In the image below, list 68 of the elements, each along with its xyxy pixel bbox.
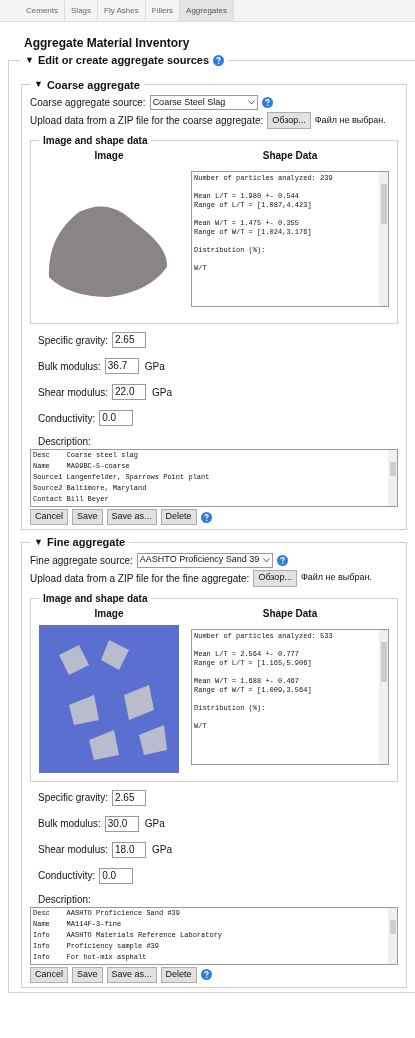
scrollbar[interactable] (388, 907, 397, 964)
panel-legend: Coarse aggregate (46, 76, 140, 93)
section-legend: Edit or create aggregate sources (37, 52, 210, 69)
description-label: Description: (37, 435, 92, 449)
help-icon[interactable] (200, 969, 212, 980)
help-icon[interactable] (213, 54, 225, 66)
property-field[interactable]: 30.0 (104, 815, 139, 832)
source-label: Coarse aggregate source: (30, 96, 146, 110)
unit-label: GPa (144, 817, 165, 831)
image-heading: Image (94, 606, 124, 621)
property-field[interactable]: 18.0 (112, 841, 147, 858)
description-label: Description: (37, 892, 92, 907)
action-button[interactable]: Save as... (106, 966, 157, 983)
property-label: Bulk modulus: (38, 359, 101, 374)
file-status: Файл не выбран. (300, 571, 372, 585)
collapse-toggle[interactable]: ▼ (34, 78, 43, 92)
shape-legend: Image and shape data (39, 590, 152, 606)
help-icon[interactable] (261, 97, 273, 108)
action-button[interactable]: Delete (160, 966, 197, 983)
unit-label: GPa (152, 843, 173, 857)
property-label: Specific gravity: (38, 333, 109, 348)
shape-heading: Shape Data (262, 149, 318, 163)
property-label: Conductivity: (38, 411, 96, 426)
scrollbar[interactable] (379, 172, 388, 306)
collapse-toggle[interactable]: ▼ (34, 535, 43, 549)
property-field[interactable]: 22.0 (112, 384, 147, 400)
action-button[interactable]: Save as... (106, 509, 157, 525)
shape-legend: Image and shape data (39, 133, 152, 148)
chevron-icon (263, 557, 271, 563)
property-label: Shear modulus: (38, 385, 109, 400)
tab[interactable]: Cements (20, 0, 65, 21)
tab[interactable]: Slags (65, 0, 99, 21)
file-status: Файл не выбран. (314, 113, 386, 127)
image-heading: Image (94, 149, 124, 163)
browse-button[interactable]: Обзор... (267, 112, 311, 129)
scrollbar[interactable] (388, 450, 397, 506)
property-label: Specific gravity: (38, 791, 109, 805)
upload-label: Upload data from a ZIP file for the fine aggregate: (30, 571, 250, 586)
property-field[interactable]: 36.7 (104, 358, 139, 374)
property-label: Bulk modulus: (38, 817, 101, 831)
collapse-toggle[interactable]: ▼ (25, 53, 34, 67)
panel-legend: Fine aggregate (46, 534, 126, 551)
unit-label: GPa (152, 385, 173, 400)
source-label: Fine aggregate source: (30, 553, 133, 568)
source-select[interactable]: Coarse Steel Slag (149, 95, 258, 110)
page-title: Aggregate Material Inventory (23, 35, 191, 52)
unit-label: GPa (144, 359, 165, 374)
scrollbar[interactable] (379, 629, 388, 764)
property-field[interactable]: 0.0 (99, 867, 134, 884)
action-button[interactable]: Save (72, 509, 103, 525)
action-button[interactable]: Delete (160, 509, 197, 525)
action-button[interactable]: Cancel (30, 966, 68, 983)
property-field[interactable]: 2.65 (112, 332, 147, 348)
action-button[interactable]: Cancel (30, 509, 68, 525)
help-icon[interactable] (200, 511, 212, 523)
tab[interactable]: Fly Ashes (98, 0, 146, 21)
shape-heading: Shape Data (262, 606, 318, 621)
property-label: Shear modulus: (38, 843, 109, 857)
action-button[interactable]: Save (72, 966, 103, 983)
property-label: Conductivity: (38, 869, 96, 883)
property-field[interactable]: 0.0 (99, 410, 134, 426)
property-field[interactable]: 2.65 (112, 789, 147, 806)
help-icon[interactable] (277, 554, 289, 566)
upload-label: Upload data from a ZIP file for the coarse aggregate: (30, 114, 264, 128)
chevron-icon (247, 100, 255, 105)
source-select[interactable]: AASHTO Proficiency Sand 39 (136, 552, 274, 568)
tab[interactable]: Aggregates (180, 0, 234, 21)
browse-button[interactable]: Обзор... (253, 569, 297, 587)
